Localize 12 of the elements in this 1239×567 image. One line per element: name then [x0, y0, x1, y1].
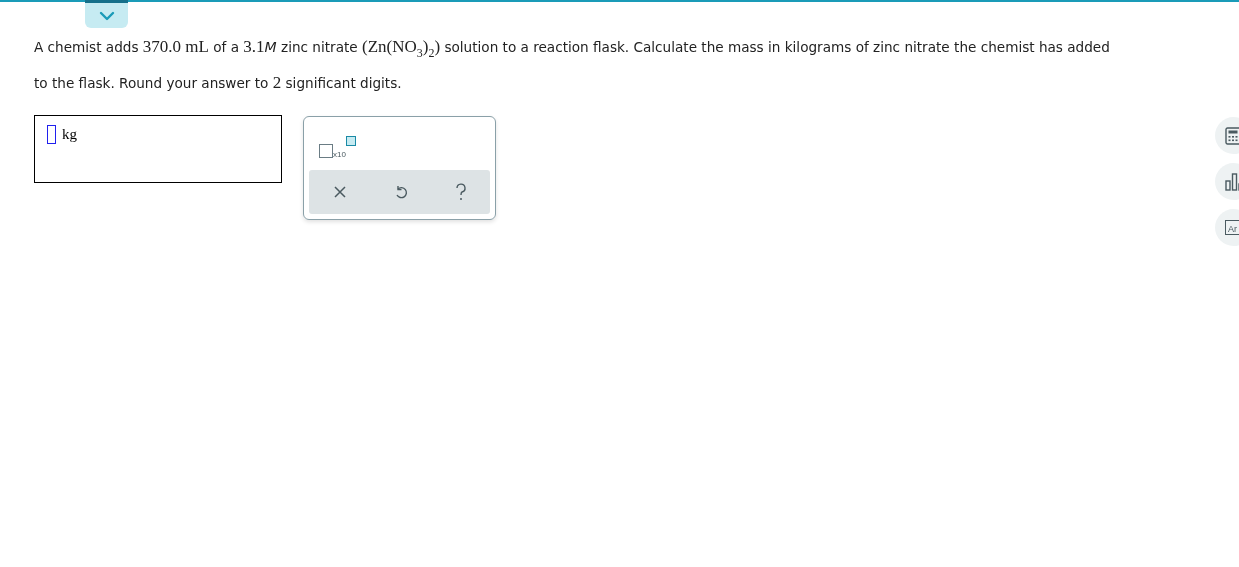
text-cursor	[47, 125, 56, 144]
answer-field[interactable]: kg	[34, 115, 282, 183]
chevron-down-icon	[98, 10, 115, 21]
close-icon	[332, 185, 347, 199]
calculator-icon	[1225, 126, 1239, 145]
scientific-notation-button[interactable]: x10	[319, 134, 356, 158]
periodic-table-button[interactable]: Ar	[1215, 209, 1239, 246]
question-text: A chemist adds 370.0 mL of a 3.1M zinc nitrate (Zn(NO$_{3}$)$_{2}$) solution to a reaction flask. Calculate the mass in kilograms of zinc nitrate the chemist has added to the flask. Round your answer to 2 significant digits.	[34, 36, 1111, 94]
unit-label: kg	[62, 126, 77, 143]
bar-chart-icon	[1225, 172, 1239, 191]
help-icon	[454, 183, 467, 201]
collapse-tab[interactable]	[85, 0, 128, 28]
